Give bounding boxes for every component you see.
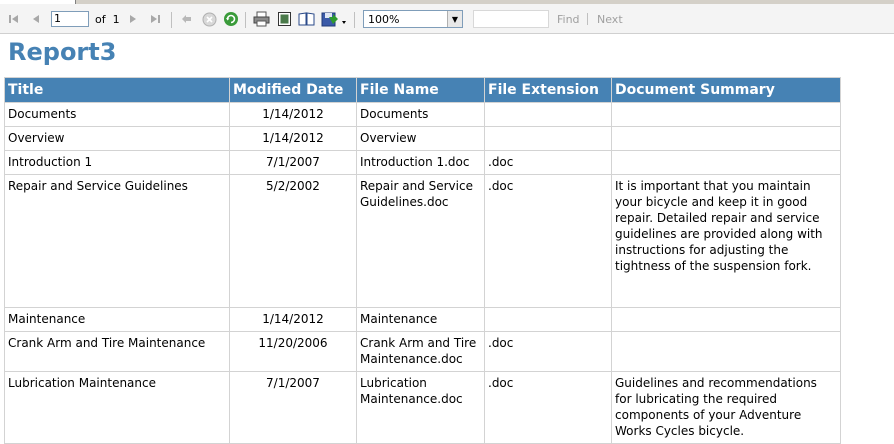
- cell-file-extension: .doc: [484, 174, 612, 308]
- cell-file-extension: [484, 126, 612, 151]
- report-title: Report3: [8, 38, 117, 66]
- column-header-modified-date: Modified Date: [229, 77, 357, 103]
- chevron-down-icon[interactable]: ▼: [447, 11, 462, 27]
- cell-modified-date: 1/14/2012: [229, 307, 357, 332]
- table-row: Crank Arm and Tire Maintenance 11/20/200…: [4, 331, 841, 372]
- table-row: Overview 1/14/2012 Overview: [4, 126, 841, 151]
- cell-file-name: Introduction 1.doc: [356, 150, 485, 175]
- previous-page-icon[interactable]: [29, 12, 43, 26]
- column-header-file-extension: File Extension: [484, 77, 612, 103]
- refresh-icon[interactable]: [222, 10, 240, 28]
- cell-modified-date: 1/14/2012: [229, 102, 357, 127]
- print-layout-icon[interactable]: [275, 10, 293, 28]
- cell-modified-date: 1/14/2012: [229, 126, 357, 151]
- total-pages: 1: [112, 13, 120, 26]
- cell-modified-date: 7/1/2007: [229, 150, 357, 175]
- table-row: Documents 1/14/2012 Documents: [4, 102, 841, 127]
- cell-modified-date: 5/2/2002: [229, 174, 357, 308]
- toolbar-separator: [587, 13, 588, 25]
- cell-title: Maintenance: [4, 307, 230, 332]
- cell-file-extension: .doc: [484, 331, 612, 372]
- table-header-row: Title Modified Date File Name File Exten…: [4, 77, 841, 103]
- page-setup-icon[interactable]: [297, 10, 315, 28]
- cell-file-extension: [484, 102, 612, 127]
- next-page-icon[interactable]: [126, 12, 140, 26]
- cell-file-name: Overview: [356, 126, 485, 151]
- cell-title: Repair and Service Guidelines: [4, 174, 230, 308]
- first-page-icon[interactable]: [7, 12, 21, 26]
- find-next-link[interactable]: Next: [597, 13, 623, 26]
- cell-file-name: Repair and Service Guidelines.doc: [356, 174, 485, 308]
- cell-document-summary: [611, 126, 841, 151]
- cell-file-extension: [484, 307, 612, 332]
- cell-document-summary: It is important that you maintain your b…: [611, 174, 841, 308]
- last-page-icon[interactable]: [148, 12, 162, 26]
- cell-document-summary: [611, 150, 841, 175]
- cell-title: Introduction 1: [4, 150, 230, 175]
- cell-file-name: Maintenance: [356, 307, 485, 332]
- toolbar-separator: [171, 12, 172, 28]
- of-label: of 1: [95, 13, 120, 26]
- table-row: Repair and Service Guidelines 5/2/2002 R…: [4, 174, 841, 308]
- table-row: Maintenance 1/14/2012 Maintenance: [4, 307, 841, 332]
- export-icon[interactable]: [320, 10, 348, 28]
- cell-title: Crank Arm and Tire Maintenance: [4, 331, 230, 372]
- column-header-document-summary: Document Summary: [611, 77, 841, 103]
- find-input[interactable]: [473, 10, 549, 28]
- zoom-select[interactable]: 100% ▼: [363, 10, 463, 28]
- table-row: Introduction 1 7/1/2007 Introduction 1.d…: [4, 150, 841, 175]
- cell-file-name: Crank Arm and Tire Maintenance.doc: [356, 331, 485, 372]
- stop-icon[interactable]: [200, 10, 218, 28]
- find-link[interactable]: Find: [557, 13, 580, 26]
- report-toolbar: 1 of 1 100% ▼ Find Next: [0, 4, 894, 34]
- cell-document-summary: [611, 331, 841, 372]
- cell-file-name: Documents: [356, 102, 485, 127]
- zoom-value: 100%: [368, 13, 400, 26]
- cell-document-summary: [611, 102, 841, 127]
- back-to-parent-icon[interactable]: [179, 12, 193, 26]
- toolbar-separator: [245, 12, 246, 28]
- toolbar-separator: [354, 12, 355, 28]
- column-header-title: Title: [4, 77, 230, 103]
- cell-title: Overview: [4, 126, 230, 151]
- print-icon[interactable]: [252, 10, 270, 28]
- cell-file-extension: .doc: [484, 150, 612, 175]
- column-header-file-name: File Name: [356, 77, 485, 103]
- report-table: Title Modified Date File Name File Exten…: [4, 77, 841, 444]
- page-number-input[interactable]: 1: [51, 11, 89, 27]
- cell-title: Documents: [4, 102, 230, 127]
- cell-document-summary: [611, 307, 841, 332]
- cell-modified-date: 11/20/2006: [229, 331, 357, 372]
